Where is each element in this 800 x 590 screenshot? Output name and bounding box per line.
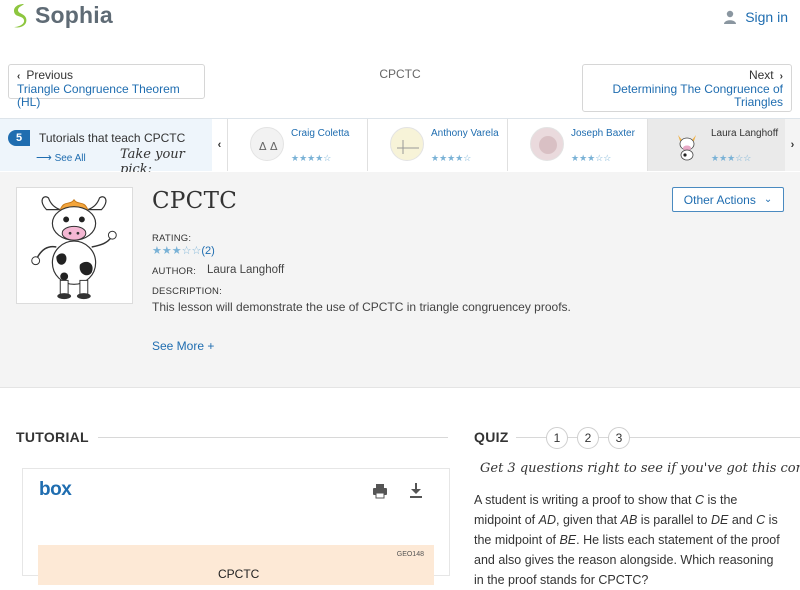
tutor-card[interactable]: Δ Δ Craig Coletta ★★★★☆ (227, 119, 367, 171)
quiz-heading: QUIZ (474, 429, 509, 445)
tutorials-strip: 5 Tutorials that teach CPCTC ⟶ See All T… (0, 118, 800, 177)
next-lesson-button[interactable]: Next › Determining The Congruence of Tria… (582, 64, 792, 112)
chevron-right-icon: › (790, 139, 795, 151)
current-lesson-title: CPCTC (379, 67, 421, 81)
tutor-name: Craig Coletta (291, 128, 350, 139)
chevron-left-icon: ‹ (17, 71, 21, 82)
document-title: CPCTC (218, 567, 260, 581)
other-actions-button[interactable]: Other Actions ⌄ (672, 187, 784, 212)
tutor-card[interactable]: Joseph Baxter ★★★☆☆ (507, 119, 647, 171)
tutor-card-selected[interactable]: Laura Langhoff ★★★☆☆ (647, 119, 787, 171)
see-more-link[interactable]: See More + (152, 339, 214, 353)
cow-cartoon-image (31, 196, 117, 300)
quiz-question-text: A student is writing a proof to show tha… (474, 493, 780, 587)
lesson-thumbnail (16, 187, 133, 304)
print-icon[interactable] (372, 483, 388, 499)
tutorial-heading: TUTORIAL (16, 429, 89, 445)
rating-stars: ★★★☆☆ (152, 245, 202, 257)
quiz-question-3-button[interactable]: 3 (608, 427, 630, 449)
chevron-left-icon: ‹ (217, 139, 222, 151)
previous-title: Triangle Congruence Theorem (HL) (17, 82, 180, 109)
see-all-link[interactable]: ⟶ See All (36, 151, 86, 164)
tutor-rating-stars: ★★★★☆ (291, 153, 332, 163)
rating-count: (2) (201, 245, 215, 257)
description-text: This lesson will demonstrate the use of … (152, 300, 571, 314)
document-viewer[interactable]: box GEO148 CPCTC (22, 468, 450, 585)
tutor-avatar (390, 127, 424, 161)
download-icon[interactable] (408, 482, 424, 498)
tutorials-intro: 5 Tutorials that teach CPCTC ⟶ See All T… (0, 119, 212, 177)
tutorial-count-badge: 5 (8, 130, 30, 146)
box-logo: box (39, 479, 72, 500)
carousel-right-button[interactable]: › (785, 119, 800, 171)
next-label: Next (748, 68, 774, 82)
see-all-label: See All (54, 153, 86, 164)
chevron-right-icon: › (779, 71, 783, 82)
lesson-title: CPCTC (152, 188, 238, 214)
sign-in-label: Sign in (745, 9, 788, 25)
tutor-avatar: Δ Δ (250, 127, 284, 161)
quiz-question-2-button[interactable]: 2 (577, 427, 599, 449)
quiz-hint: Get 3 questions right to see if you've g… (480, 461, 800, 476)
previous-lesson-button[interactable]: ‹ Previous Triangle Congruence Theorem (H… (8, 64, 205, 109)
tutor-avatar (530, 127, 564, 161)
lesson-info-panel: CPCTC Other Actions ⌄ RATING: ★★★☆☆(2) A… (0, 172, 800, 388)
tutor-rating-stars: ★★★☆☆ (711, 153, 752, 163)
quiz-question-1-button[interactable]: 1 (546, 427, 568, 449)
tutor-card[interactable]: Anthony Varela ★★★★☆ (367, 119, 507, 171)
author-name: Laura Langhoff (207, 264, 285, 276)
lesson-navigation: ‹ Previous Triangle Congruence Theorem (H… (0, 56, 800, 116)
lesson-rating[interactable]: ★★★☆☆(2) (152, 244, 215, 257)
next-title: Determining The Congruence of Triangles (612, 82, 783, 109)
tutor-avatar (670, 127, 704, 161)
carousel-left-button[interactable]: ‹ (212, 119, 227, 171)
tutor-rating-stars: ★★★★☆ (431, 153, 472, 163)
tutor-name: Anthony Varela (431, 128, 499, 139)
svg-text:Δ Δ: Δ Δ (259, 140, 278, 153)
chevron-down-icon: ⌄ (763, 194, 773, 205)
sophia-logo-icon[interactable] (10, 3, 30, 29)
site-header: Sophia Sign in (0, 0, 800, 38)
description-label: DESCRIPTION: (152, 286, 222, 297)
tutorials-title: Tutorials that teach CPCTC (39, 131, 186, 145)
logo-text[interactable]: Sophia (35, 2, 113, 29)
arrow-right-icon: ⟶ (36, 152, 52, 164)
rating-label: RATING: (152, 233, 192, 244)
document-page: GEO148 CPCTC (38, 545, 434, 585)
divider (98, 437, 448, 438)
sign-in-link[interactable]: Sign in (722, 9, 788, 25)
previous-label: Previous (26, 68, 74, 82)
tutor-name: Laura Langhoff (711, 128, 779, 139)
document-code: GEO148 (396, 551, 424, 558)
tutor-rating-stars: ★★★☆☆ (571, 153, 612, 163)
other-actions-label: Other Actions (683, 192, 756, 207)
tutor-name: Joseph Baxter (571, 128, 635, 139)
user-icon (724, 10, 737, 24)
author-label: AUTHOR: (152, 266, 197, 277)
